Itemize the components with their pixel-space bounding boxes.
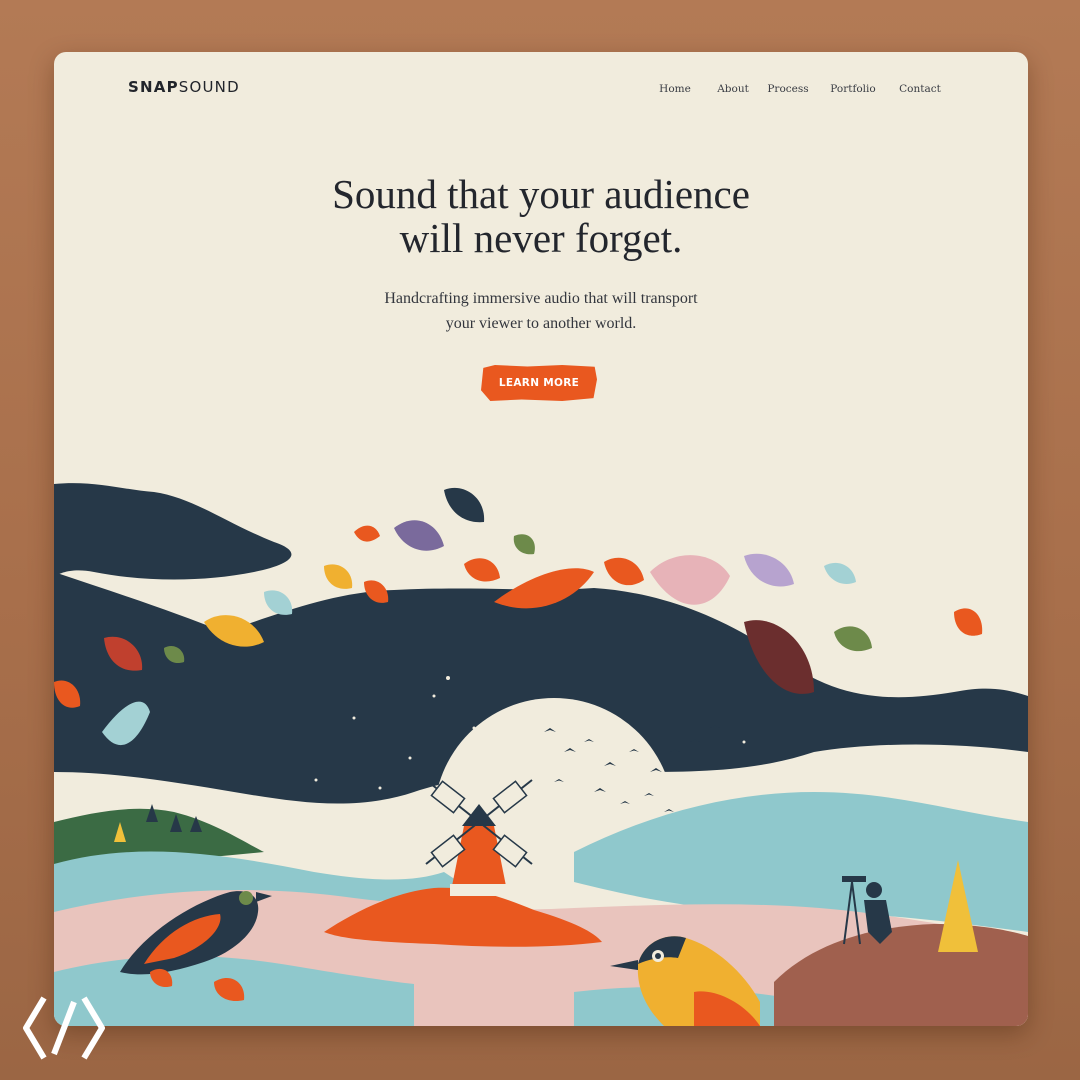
landing-page-card: SNAPSOUND Home About Process Portfolio C… (54, 52, 1028, 1026)
navy-hills-shape (54, 483, 292, 580)
nav-link-about[interactable]: About (716, 83, 750, 95)
hero-title-line-1: Sound that your audience (332, 171, 750, 217)
watermark-logo-icon (23, 996, 105, 1060)
brand-logo-light: SOUND (178, 78, 240, 96)
nav-link-contact[interactable]: Contact (898, 83, 942, 95)
hero-title-line-2: will never forget. (399, 215, 683, 261)
hero-title: Sound that your audience will never forg… (54, 172, 1028, 260)
nav-link-home[interactable]: Home (652, 83, 698, 95)
learn-more-button[interactable]: LEARN MORE (481, 365, 597, 401)
hero-subtitle-line-1: Handcrafting immersive audio that will t… (384, 290, 698, 307)
nav-link-process[interactable]: Process (766, 83, 810, 95)
main-nav: Home About Process Portfolio Contact (652, 83, 942, 95)
brand-logo-bold: SNAP (128, 78, 179, 96)
brand-logo[interactable]: SNAPSOUND (128, 78, 240, 96)
nav-link-portfolio[interactable]: Portfolio (828, 83, 878, 95)
hero-subtitle: Handcrafting immersive audio that will t… (54, 286, 1028, 336)
hero-subtitle-line-2: your viewer to another world. (445, 315, 637, 332)
